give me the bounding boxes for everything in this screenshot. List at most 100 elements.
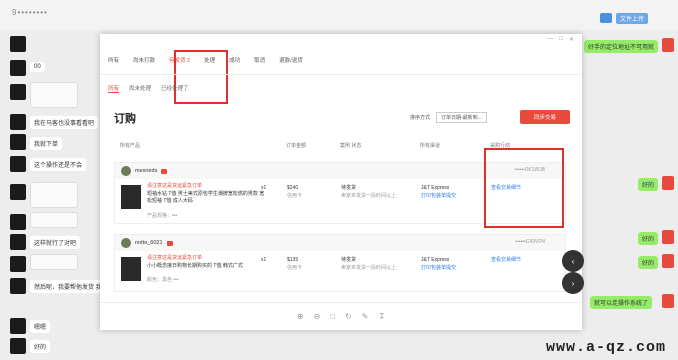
product-spec: 产品规格：••• — [147, 213, 178, 219]
chat-message-self: 好手的定位地址不可用就 — [584, 40, 659, 53]
page-title: 订购 — [114, 113, 136, 125]
promo-note: 请注意这是货运紧急订单 — [147, 255, 203, 261]
subtab-pending[interactable]: 尚未处理 — [129, 84, 151, 93]
payment-method: 信用卡 — [287, 265, 303, 271]
chat-message-self: 就可以走操作系统了 — [590, 296, 653, 309]
zoom-out-icon[interactable]: ⊖ — [314, 312, 321, 321]
avatar — [10, 256, 26, 272]
order-status: 待发货 — [341, 257, 357, 263]
chat-image[interactable] — [30, 254, 78, 270]
buyer-avatar — [121, 238, 131, 248]
order-status: 待发货 — [341, 185, 357, 191]
minimize-icon[interactable]: — — [547, 36, 553, 43]
upload-button[interactable]: 文件上传 — [600, 12, 670, 24]
self-avatar — [662, 38, 674, 52]
avatar — [10, 60, 26, 76]
avatar — [10, 84, 26, 100]
chat-image[interactable] — [30, 212, 78, 228]
print-label-link[interactable]: 打印包装单提交 — [421, 193, 456, 200]
download-icon[interactable]: ↧ — [378, 312, 385, 321]
amount: $240 — [287, 185, 299, 191]
avatar — [10, 114, 26, 130]
chat-header: 9•••••••• 文件上传 — [0, 0, 678, 30]
chat-message: 嗯嗯 — [30, 320, 51, 333]
self-avatar — [662, 176, 674, 190]
product-spec: 颜色：黑色 ••• — [147, 277, 179, 283]
chat-message: 00 — [30, 62, 45, 72]
cloud-icon — [600, 13, 612, 23]
chat-image[interactable] — [30, 82, 78, 108]
product-name[interactable]: 小小概念接日购物长期购买的 T恤 韩式广式 — [147, 263, 267, 270]
chat-message: 好的 — [30, 340, 51, 353]
chat-image[interactable] — [30, 182, 78, 208]
order-id: ••••••C43VFN — [515, 239, 545, 245]
self-avatar — [662, 254, 674, 268]
next-image-button[interactable]: › — [562, 272, 584, 294]
subtab-all[interactable]: 所有 — [108, 84, 120, 93]
tab-unpaid[interactable]: 尚未打款 — [133, 56, 155, 64]
print-label-link[interactable]: 打印包装单提交 — [421, 265, 456, 272]
tab-returns[interactable]: 退款/退货 — [279, 56, 303, 64]
highlight-box — [484, 148, 564, 228]
rotate-icon[interactable]: ↻ — [345, 312, 352, 321]
avatar — [10, 36, 26, 52]
self-avatar — [662, 230, 674, 244]
chat-icon[interactable] — [161, 168, 168, 174]
upload-label: 文件上传 — [616, 12, 649, 24]
maximize-icon[interactable]: □ — [559, 36, 563, 43]
chat-message: 我在马客也没事看看吧 — [30, 116, 99, 129]
prev-image-button[interactable]: ‹ — [562, 250, 584, 272]
quantity: x1 — [261, 257, 267, 263]
sort-select[interactable]: 订单日期-最新到... — [436, 112, 487, 123]
shipping-channel: J&T Express — [421, 185, 450, 191]
column-header: 案例 状态 — [340, 143, 362, 149]
tab-cancelled[interactable]: 取消 — [254, 56, 265, 64]
sub-tabs: 所有 尚未处理 已经处理了 — [108, 84, 189, 93]
image-toolbar: ⊕ ⊖ □ ↻ ✎ ↧ — [100, 302, 582, 330]
buyer-avatar — [121, 166, 131, 176]
chat-message: 我就下单 — [30, 137, 63, 150]
avatar — [10, 184, 26, 200]
avatar — [10, 338, 26, 354]
zoom-in-icon[interactable]: ⊕ — [297, 312, 304, 321]
product-image — [121, 257, 141, 281]
subtab-processed[interactable]: 已经处理了 — [161, 84, 189, 93]
close-icon[interactable]: ✕ — [569, 36, 574, 43]
avatar — [10, 214, 26, 230]
avatar — [10, 318, 26, 334]
buyer-name: mesneds — [135, 168, 158, 174]
status-note: 卖家未发货一段时间以上 — [341, 265, 397, 271]
tab-divider — [100, 74, 582, 75]
amount: $135 — [287, 257, 299, 263]
column-header: 所有渠道 — [420, 143, 441, 149]
column-header: 订单金额 — [286, 143, 307, 149]
chat-message-self: 好的 — [638, 232, 659, 245]
highlight-box — [174, 50, 228, 104]
chat-message-self: 好的 — [638, 178, 659, 191]
avatar — [10, 278, 26, 294]
fit-icon[interactable]: □ — [330, 312, 335, 321]
chat-message: 这样就行了对吧 — [30, 236, 81, 249]
promo-note: 请注意这是货运紧急订单 — [147, 183, 203, 189]
tab-completed[interactable]: 成功 — [229, 56, 240, 64]
chat-message: 这个操作还是不会 — [30, 158, 87, 171]
chat-message-self: 好的 — [638, 256, 659, 269]
chat-icon[interactable] — [166, 240, 173, 246]
avatar — [10, 234, 26, 250]
edit-icon[interactable]: ✎ — [362, 312, 369, 321]
column-header: 所有产品 — [120, 143, 141, 149]
watermark: www.a-qz.com — [545, 339, 666, 356]
sync-button[interactable]: 同步交易 — [520, 110, 570, 124]
sort-control: 排序方式 订单日期-最新到... — [410, 112, 487, 123]
view-transaction-link[interactable]: 查看交易细节 — [491, 257, 521, 264]
window-controls: — □ ✕ — [547, 36, 574, 43]
chat-title: 9•••••••• — [12, 8, 48, 17]
quantity: x1 — [261, 185, 267, 191]
product-image — [121, 185, 141, 209]
self-avatar — [662, 294, 674, 308]
tab-all[interactable]: 所有 — [108, 56, 119, 64]
order-card: notto_6021 ••••••C43VFN 请注意这是货运紧急订单 小小概念… — [114, 234, 566, 292]
shipping-channel: J&T Express — [421, 257, 450, 263]
product-name[interactable]: 短袖水钻 T恤 男士美式原包学生潮牌宽松燃的男款 宽松短袖 T恤 成人大码 — [147, 191, 267, 205]
payment-method: 信用卡 — [287, 193, 303, 199]
